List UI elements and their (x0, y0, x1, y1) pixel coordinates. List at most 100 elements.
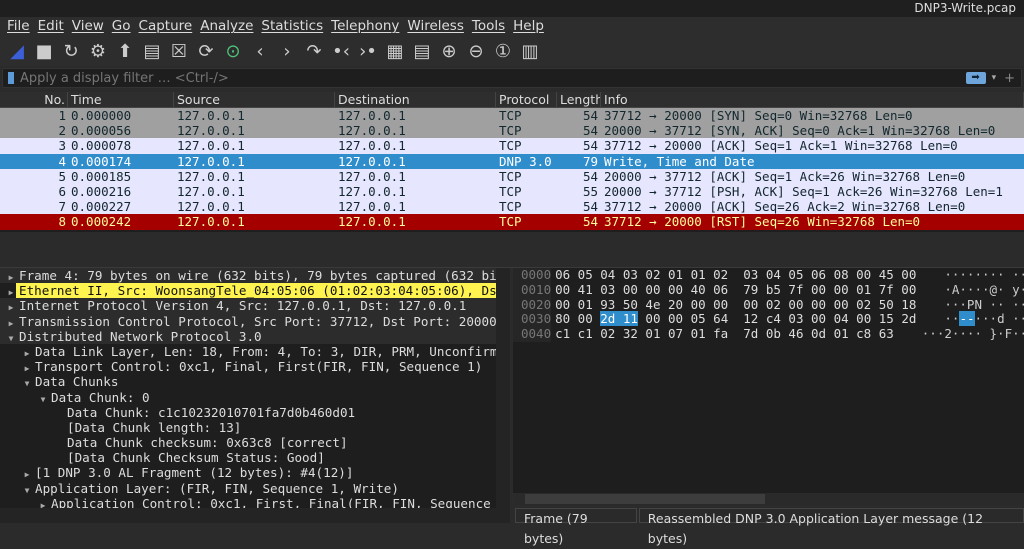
hex-ascii[interactable]: ········ ········ (916, 268, 1024, 283)
back-icon[interactable]: ‹ (249, 40, 271, 62)
tree-item[interactable]: ▼Application Layer: (FIR, FIN, Sequence … (0, 481, 510, 496)
filter-dropdown-icon[interactable]: ▾ (992, 73, 997, 83)
hex-ascii[interactable]: ·A····@· y······· (916, 283, 1024, 298)
hex-bytes-2: 12 c4 03 00 04 00 15 2d (743, 311, 916, 326)
zoom-out-icon[interactable]: ⊖ (465, 40, 487, 62)
packet-row[interactable]: 60.000216127.0.0.1127.0.0.1TCP5520000 → … (0, 184, 1024, 199)
tree-item[interactable]: ▶Transmission Control Protocol, Src Port… (0, 314, 510, 329)
menu-wireless[interactable]: Wireless (403, 17, 468, 36)
collapse-arrow-icon[interactable]: ▼ (38, 392, 48, 407)
details-horizontal-scrollbar[interactable] (0, 508, 510, 523)
details-vertical-scrollbar[interactable] (496, 268, 510, 508)
autoscroll-icon[interactable]: ▦ (384, 40, 406, 62)
menu-go[interactable]: Go (108, 17, 135, 36)
column-header-length[interactable]: Length (557, 92, 601, 107)
cell-len: 54 (557, 214, 601, 229)
hex-ascii[interactable]: ···2···· }·F···c (894, 327, 1024, 342)
collapse-arrow-icon[interactable]: ▼ (6, 331, 16, 346)
cell-src: 127.0.0.1 (174, 138, 335, 153)
column-header-destination[interactable]: Destination (335, 92, 496, 107)
open-file-icon[interactable]: ⬆ (114, 40, 136, 62)
column-header-protocol[interactable]: Protocol (496, 92, 557, 107)
packet-row[interactable]: 70.000227127.0.0.1127.0.0.1TCP5437712 → … (0, 199, 1024, 214)
cell-len: 54 (557, 138, 601, 153)
hex-ascii[interactable]: ··--···d ·······- (916, 312, 1024, 327)
column-header-source[interactable]: Source (174, 92, 335, 107)
tree-item[interactable]: [Data Chunk Checksum Status: Good] (0, 450, 510, 465)
column-header-no[interactable]: No. (0, 92, 68, 107)
tree-item[interactable]: [Data Chunk length: 13] (0, 420, 510, 435)
tree-item[interactable]: ▶Data Link Layer, Len: 18, From: 4, To: … (0, 344, 510, 359)
tree-item[interactable]: Data Chunk checksum: 0x63c8 [correct] (0, 435, 510, 450)
column-header-info[interactable]: Info (601, 92, 1024, 107)
tree-item[interactable]: ▶Application Control: 0xc1, First, Final… (0, 496, 510, 508)
hex-bytes[interactable]: 00 01 93 50 4e 20 00 00 00 02 00 00 00 0… (551, 298, 916, 313)
normal-size-icon[interactable]: ① (492, 40, 514, 62)
menu-tools[interactable]: Tools (468, 17, 509, 36)
tree-item[interactable]: ▼Data Chunk: 0 (0, 390, 510, 405)
collapse-arrow-icon[interactable]: ▼ (22, 483, 32, 498)
packet-row[interactable]: 30.000078127.0.0.1127.0.0.1TCP5437712 → … (0, 138, 1024, 153)
hex-bytes[interactable]: 00 41 03 00 00 00 40 06 79 b5 7f 00 00 0… (551, 283, 916, 298)
packet-row[interactable]: 50.000185127.0.0.1127.0.0.1TCP5420000 → … (0, 169, 1024, 184)
shark-fin-start-icon[interactable]: ◢ (6, 40, 28, 62)
resize-columns-icon[interactable]: ▥ (519, 40, 541, 62)
menu-statistics[interactable]: Statistics (257, 17, 327, 36)
pane-splitter[interactable] (0, 232, 1024, 268)
first-packet-icon[interactable]: •‹ (330, 40, 352, 62)
ascii-text: ···2···· }·F···c (922, 326, 1024, 341)
hex-ascii[interactable]: ···PN ·· ······P· (916, 298, 1024, 313)
bookmark-icon[interactable] (8, 72, 14, 84)
restart-icon[interactable]: ↻ (60, 40, 82, 62)
cell-no: 4 (0, 154, 68, 169)
hex-bytes[interactable]: 80 00 2d 11 00 00 05 64 12 c4 03 00 04 0… (551, 312, 916, 327)
bytes-tab-0[interactable]: Frame (79 bytes) (515, 508, 637, 523)
reload-icon[interactable]: ⟳ (195, 40, 217, 62)
cell-time: 0.000216 (68, 184, 174, 199)
menu-capture[interactable]: Capture (135, 17, 197, 36)
menu-view[interactable]: View (68, 17, 108, 36)
tree-item[interactable]: ▶Frame 4: 79 bytes on wire (632 bits), 7… (0, 268, 510, 283)
tree-item[interactable]: ▶Transport Control: 0xc1, Final, First(F… (0, 359, 510, 374)
packet-row[interactable]: 10.000000127.0.0.1127.0.0.1TCP5437712 → … (0, 108, 1024, 123)
menu-telephony[interactable]: Telephony (327, 17, 403, 36)
menu-edit[interactable]: Edit (34, 17, 68, 36)
menu-help[interactable]: Help (509, 17, 548, 36)
add-filter-button-icon[interactable]: + (1004, 71, 1015, 86)
stop-icon[interactable]: ■ (33, 40, 55, 62)
go-to-packet-icon[interactable]: ↷ (303, 40, 325, 62)
expand-arrow-icon[interactable]: ▶ (38, 498, 48, 508)
bytes-tab-1[interactable]: Reassembled DNP 3.0 Application Layer me… (639, 508, 1024, 523)
last-packet-icon[interactable]: ›• (357, 40, 379, 62)
apply-filter-arrow-icon[interactable]: ➡ (966, 72, 986, 84)
cell-proto: DNP 3.0 (496, 154, 557, 169)
menu-file[interactable]: File (3, 17, 34, 36)
hex-bytes-1: 06 05 04 03 02 01 01 02 (555, 267, 728, 282)
packet-bytes-pane: 000006 05 04 03 02 01 01 02 03 04 05 06 … (513, 268, 1024, 493)
forward-icon[interactable]: › (276, 40, 298, 62)
packet-row[interactable]: 20.000056127.0.0.1127.0.0.1TCP5420000 → … (0, 123, 1024, 138)
tree-item[interactable]: ▼Data Chunks (0, 374, 510, 389)
main-toolbar: ◢■↻⚙⬆▤☒⟳⊙‹›↷•‹›•▦▤⊕⊖①▥ (0, 36, 1024, 66)
collapse-arrow-icon[interactable]: ▼ (22, 376, 32, 391)
tree-item[interactable]: Data Chunk: c1c10232010701fa7d0b460d01 (0, 405, 510, 420)
tree-item-label: Data Chunks (32, 374, 118, 389)
column-header-time[interactable]: Time (68, 92, 174, 107)
find-packet-icon[interactable]: ⊙ (222, 40, 244, 62)
options-gear-icon[interactable]: ⚙ (87, 40, 109, 62)
tree-item[interactable]: ▼Distributed Network Protocol 3.0 (0, 329, 510, 344)
hex-bytes[interactable]: c1 c1 02 32 01 07 01 fa 7d 0b 46 0d 01 c… (551, 327, 894, 342)
packet-row[interactable]: 80.000242127.0.0.1127.0.0.1TCP5437712 → … (0, 214, 1024, 229)
zoom-in-icon[interactable]: ⊕ (438, 40, 460, 62)
file-icon[interactable]: ▤ (141, 40, 163, 62)
packet-row[interactable]: 40.000174127.0.0.1127.0.0.1DNP 3.079Writ… (0, 154, 1024, 169)
close-file-icon[interactable]: ☒ (168, 40, 190, 62)
hex-bytes[interactable]: 06 05 04 03 02 01 01 02 03 04 05 06 08 0… (551, 268, 916, 283)
colorize-icon[interactable]: ▤ (411, 40, 433, 62)
bytes-horizontal-scrollbar[interactable] (515, 493, 1024, 505)
tree-item[interactable]: ▶Ethernet II, Src: WoonsangTele_04:05:06… (0, 283, 510, 298)
tree-item[interactable]: ▶[1 DNP 3.0 AL Fragment (12 bytes): #4(1… (0, 465, 510, 480)
tree-item[interactable]: ▶Internet Protocol Version 4, Src: 127.0… (0, 298, 510, 313)
display-filter-input[interactable] (20, 71, 966, 86)
menu-analyze[interactable]: Analyze (196, 17, 257, 36)
